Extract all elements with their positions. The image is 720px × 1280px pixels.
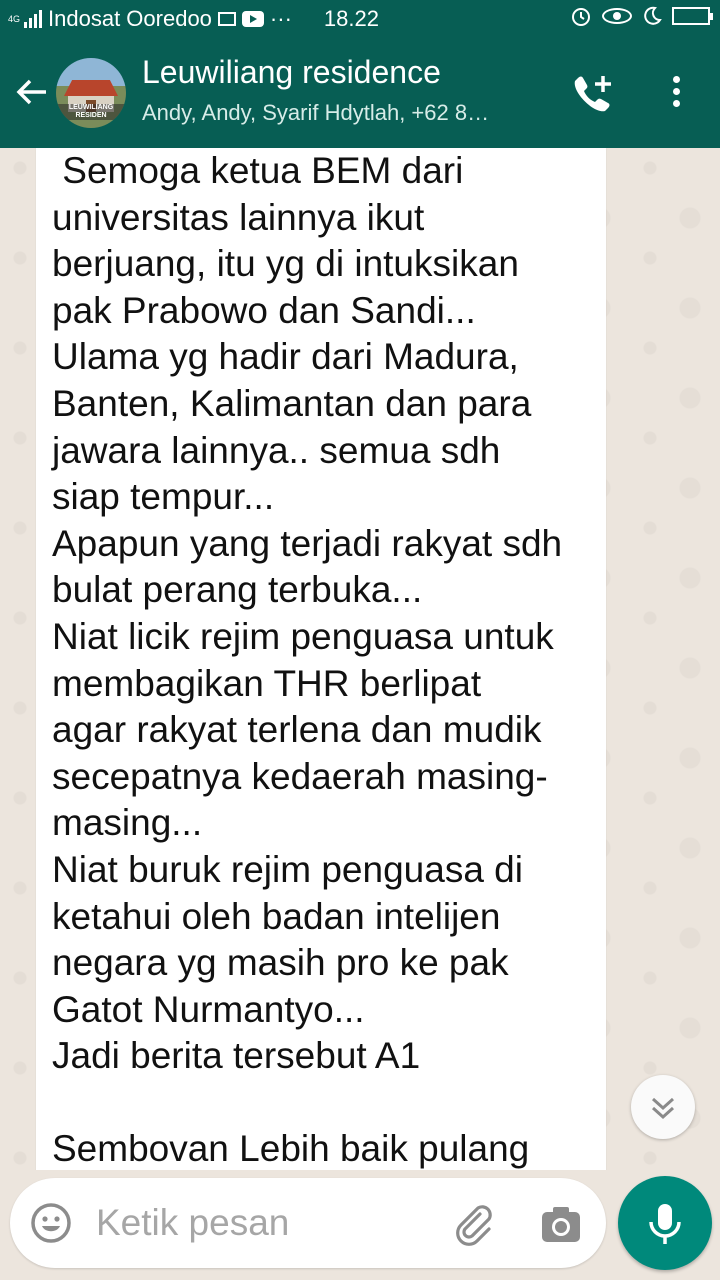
status-right xyxy=(570,5,713,27)
gmail-icon xyxy=(217,12,236,26)
chevron-down-double-icon xyxy=(651,1097,675,1120)
chat-header: LEUWILIANG RESIDEN Leuwiliang residence … xyxy=(0,36,720,148)
voice-message-button[interactable] xyxy=(618,1176,712,1270)
more-vert-icon[interactable] xyxy=(666,72,686,112)
message-composer xyxy=(10,1178,606,1268)
moon-icon xyxy=(644,6,662,25)
message-input[interactable] xyxy=(96,1198,436,1248)
signal-icon xyxy=(24,10,43,28)
youtube-icon xyxy=(241,11,264,27)
attach-icon[interactable] xyxy=(450,1200,496,1246)
overflow-notifications: ··· xyxy=(269,6,292,31)
add-call-icon[interactable] xyxy=(570,72,614,116)
scroll-to-bottom-button[interactable] xyxy=(631,1075,695,1139)
alarm-icon xyxy=(572,8,590,26)
network-type: 4G xyxy=(8,13,21,24)
carrier-name: Indosat Ooredoo xyxy=(48,6,212,31)
group-members[interactable]: Andy, Andy, Syarif Hdytlah, +62 8… xyxy=(142,100,542,126)
status-left: 4G Indosat Ooredoo ··· 18.22 xyxy=(8,6,379,32)
battery-icon xyxy=(672,7,713,25)
avatar-caption: LEUWILIANG RESIDEN xyxy=(56,104,126,120)
status-bar: 4G Indosat Ooredoo ··· 18.22 xyxy=(0,0,720,36)
status-time: 18.22 xyxy=(323,6,379,31)
back-arrow-icon[interactable] xyxy=(12,72,52,112)
camera-icon[interactable] xyxy=(540,1204,582,1244)
group-title[interactable]: Leuwiliang residence xyxy=(142,54,441,91)
mic-icon xyxy=(649,1204,681,1244)
eye-icon xyxy=(602,8,632,24)
message-text: Semoga ketua BEM dari universitas lainny… xyxy=(52,150,563,1170)
message-bubble[interactable]: Semoga ketua BEM dari universitas lainny… xyxy=(36,148,606,1170)
group-avatar[interactable]: LEUWILIANG RESIDEN xyxy=(56,58,126,128)
avatar-roof xyxy=(64,80,118,96)
emoji-icon[interactable] xyxy=(30,1202,72,1244)
chat-area[interactable]: Semoga ketua BEM dari universitas lainny… xyxy=(0,148,720,1170)
